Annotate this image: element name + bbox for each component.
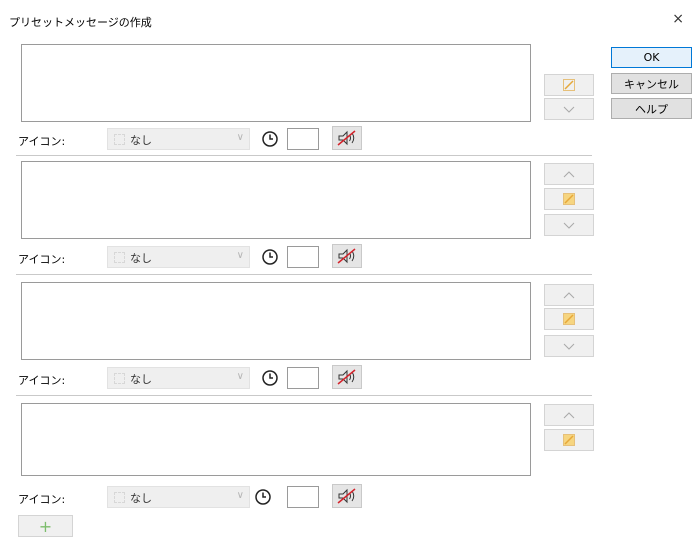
cancel-button[interactable]: キャンセル: [611, 73, 692, 94]
mute-button[interactable]: [332, 126, 362, 150]
window-title: プリセットメッセージの作成: [9, 16, 152, 29]
icon-placeholder: [114, 252, 125, 263]
mute-button[interactable]: [332, 244, 362, 268]
timer-input[interactable]: [287, 128, 319, 150]
move-up-button[interactable]: [544, 404, 594, 426]
icon-select-value: なし: [130, 252, 152, 265]
edit-button[interactable]: [544, 74, 594, 96]
edit-button[interactable]: [544, 429, 594, 451]
chevron-up-icon: [563, 170, 575, 177]
add-message-button[interactable]: +: [18, 515, 73, 537]
icon-placeholder: [114, 492, 125, 503]
plus-icon: +: [38, 516, 53, 536]
message-textarea[interactable]: [21, 403, 531, 476]
edit-icon: [563, 79, 575, 91]
move-down-button[interactable]: [544, 335, 594, 357]
edit-button[interactable]: [544, 188, 594, 210]
timer-input[interactable]: [287, 246, 319, 268]
icon-select[interactable]: なし ∨: [107, 486, 250, 508]
mute-button[interactable]: [332, 484, 362, 508]
message-textarea[interactable]: [21, 44, 531, 122]
icon-placeholder: [114, 373, 125, 384]
icon-placeholder: [114, 134, 125, 145]
clock-icon: [262, 249, 278, 265]
speaker-muted-icon: [337, 248, 356, 264]
clock-icon: [255, 489, 271, 505]
icon-label: アイコン:: [18, 374, 66, 387]
icon-select-value: なし: [130, 373, 152, 386]
speaker-muted-icon: [337, 488, 356, 504]
divider: [16, 155, 592, 156]
message-input[interactable]: [22, 283, 530, 359]
icon-label: アイコン:: [18, 135, 66, 148]
ok-button[interactable]: OK: [611, 47, 692, 68]
move-down-button[interactable]: [544, 98, 594, 120]
chevron-up-icon: [563, 291, 575, 298]
speaker-muted-icon: [337, 130, 356, 146]
icon-label: アイコン:: [18, 493, 66, 506]
move-up-button[interactable]: [544, 163, 594, 185]
clock-icon: [262, 370, 278, 386]
chevron-down-icon: [563, 343, 575, 350]
icon-label: アイコン:: [18, 253, 66, 266]
timer-input[interactable]: [287, 367, 319, 389]
edit-icon: [563, 313, 575, 325]
icon-select[interactable]: なし ∨: [107, 367, 250, 389]
mute-button[interactable]: [332, 365, 362, 389]
icon-select[interactable]: なし ∨: [107, 246, 250, 268]
chevron-down-icon: [563, 106, 575, 113]
edit-button[interactable]: [544, 308, 594, 330]
message-textarea[interactable]: [21, 161, 531, 239]
chevron-down-icon: ∨: [236, 371, 244, 382]
chevron-up-icon: [563, 411, 575, 418]
icon-select[interactable]: なし ∨: [107, 128, 250, 150]
icon-select-value: なし: [130, 492, 152, 505]
edit-icon: [563, 193, 575, 205]
chevron-down-icon: [563, 222, 575, 229]
help-button[interactable]: ヘルプ: [611, 98, 692, 119]
clock-icon: [262, 131, 278, 147]
move-down-button[interactable]: [544, 214, 594, 236]
divider: [16, 274, 592, 275]
title-bar: プリセットメッセージの作成 ×: [0, 0, 692, 36]
edit-icon: [563, 434, 575, 446]
close-icon[interactable]: ×: [672, 12, 684, 26]
chevron-down-icon: ∨: [236, 132, 244, 143]
message-textarea[interactable]: [21, 282, 531, 360]
speaker-muted-icon: [337, 369, 356, 385]
chevron-down-icon: ∨: [236, 490, 244, 501]
timer-input[interactable]: [287, 486, 319, 508]
divider: [16, 395, 592, 396]
message-input[interactable]: [22, 162, 530, 238]
chevron-down-icon: ∨: [236, 250, 244, 261]
icon-select-value: なし: [130, 134, 152, 147]
message-input[interactable]: [22, 45, 530, 121]
message-input[interactable]: [22, 404, 530, 475]
move-up-button[interactable]: [544, 284, 594, 306]
